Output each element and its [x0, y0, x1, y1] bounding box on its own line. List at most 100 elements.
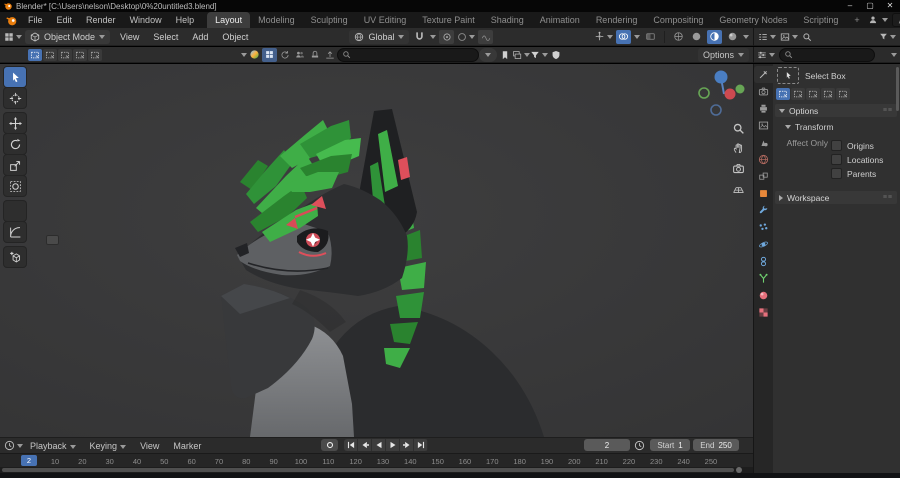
overlay-option-button[interactable]: [262, 47, 277, 62]
properties-tab-data[interactable]: [754, 270, 773, 287]
properties-scrollbar[interactable]: [896, 67, 899, 111]
snap-target-button[interactable]: [439, 29, 455, 44]
overlays-chevron-down-icon[interactable]: [634, 34, 640, 39]
tool-mode-subtract[interactable]: [806, 88, 820, 100]
properties-tab-material[interactable]: [754, 287, 773, 304]
camera-view-icon[interactable]: [732, 162, 745, 175]
options-dropdown[interactable]: Options: [697, 47, 749, 62]
workspace-tab-animation[interactable]: Animation: [532, 12, 588, 28]
jump-start-button[interactable]: [344, 439, 358, 451]
properties-tab-render[interactable]: [754, 83, 773, 100]
tool-cursor[interactable]: [4, 88, 26, 108]
tool-rotate[interactable]: [4, 134, 26, 154]
snap-chevron-down-icon[interactable]: [430, 34, 437, 39]
orientation-dropdown[interactable]: Global: [349, 29, 410, 44]
matcap-sphere-icon[interactable]: [247, 48, 262, 62]
zoom-icon[interactable]: [732, 122, 745, 135]
menu-file[interactable]: File: [21, 12, 50, 28]
workspace-tab-layout[interactable]: Layout: [207, 12, 251, 28]
scene-chevron-down-icon[interactable]: [881, 18, 888, 22]
properties-tab-particles[interactable]: [754, 219, 773, 236]
tool-scale[interactable]: [4, 155, 26, 175]
close-button[interactable]: ✕: [880, 0, 900, 12]
tool-transform[interactable]: [4, 176, 26, 196]
tool-mode-intersect[interactable]: [836, 88, 850, 100]
viewport-menu-view[interactable]: View: [113, 29, 146, 45]
frame-end-field[interactable]: End 250: [693, 439, 739, 451]
play-button[interactable]: [386, 439, 400, 451]
tool-annotate[interactable]: [4, 201, 26, 221]
tool-mode-new[interactable]: [776, 88, 790, 100]
show-gizmo-button[interactable]: [594, 30, 613, 44]
properties-tab-texture[interactable]: [754, 304, 773, 321]
frame-ruler[interactable]: 2 10 20 30 40 50 60 70 80 90 100 110 120 130 140 150 16…: [0, 453, 753, 468]
properties-tab-output[interactable]: [754, 100, 773, 117]
tool-search-input[interactable]: [337, 47, 479, 62]
properties-filter-chevron-icon[interactable]: [891, 52, 897, 57]
jump-end-button[interactable]: [414, 439, 428, 451]
select-mode-subtract[interactable]: [58, 48, 72, 61]
proportional-editing-button[interactable]: [457, 30, 476, 44]
active-tool-row[interactable]: Select Box: [773, 64, 899, 87]
play-reverse-button[interactable]: [372, 439, 386, 451]
timeline-menu-playback[interactable]: Playback: [23, 438, 83, 454]
checkbox-origins[interactable]: [831, 140, 842, 151]
tool-move[interactable]: [4, 113, 26, 133]
record-button[interactable]: [321, 439, 338, 451]
properties-tab-object[interactable]: [754, 185, 773, 202]
proportional-falloff-button[interactable]: [478, 29, 494, 44]
shading-material-button[interactable]: [707, 29, 722, 44]
workspace-panel-header[interactable]: Workspace ≡≡: [775, 191, 897, 204]
transform-subpanel-header[interactable]: Transform: [773, 117, 899, 134]
current-frame-field[interactable]: 2: [584, 439, 630, 451]
properties-tab-constraints[interactable]: [754, 253, 773, 270]
playhead[interactable]: 2: [21, 455, 37, 466]
viewport-menu-select[interactable]: Select: [146, 29, 185, 45]
shading-chevron-down-icon[interactable]: [743, 34, 749, 39]
menu-window[interactable]: Window: [123, 12, 169, 28]
tool-measure[interactable]: [4, 222, 26, 242]
workspace-tab-texture-paint[interactable]: Texture Paint: [414, 12, 483, 28]
select-mode-intersect[interactable]: [88, 48, 102, 61]
properties-tab-scene[interactable]: [754, 134, 773, 151]
shield-icon[interactable]: [548, 48, 563, 62]
outliner-editor-type-button[interactable]: [758, 30, 776, 44]
minimize-button[interactable]: –: [840, 0, 860, 12]
timeline-menu-marker[interactable]: Marker: [166, 438, 208, 454]
menu-edit[interactable]: Edit: [50, 12, 80, 28]
display-mode-button[interactable]: [512, 48, 530, 62]
workspace-tab-sculpting[interactable]: Sculpting: [303, 12, 356, 28]
users-icon[interactable]: [292, 48, 307, 62]
options-panel-header[interactable]: Options ≡≡: [775, 104, 897, 117]
tool-mode-extend[interactable]: [791, 88, 805, 100]
workspace-tab-uv-editing[interactable]: UV Editing: [356, 12, 415, 28]
stamp-icon[interactable]: [307, 48, 322, 62]
export-up-icon[interactable]: [322, 48, 337, 62]
show-overlays-button[interactable]: [616, 29, 631, 44]
frame-start-field[interactable]: Start 1: [650, 439, 690, 451]
menu-help[interactable]: Help: [169, 12, 202, 28]
outliner-filter-button[interactable]: [879, 30, 896, 44]
menu-render[interactable]: Render: [79, 12, 123, 28]
filter-collapse-button[interactable]: [479, 47, 497, 62]
tool-mode-invert[interactable]: [821, 88, 835, 100]
properties-editor-type-button[interactable]: [757, 48, 775, 62]
navigation-gizmo[interactable]: [697, 69, 747, 119]
workspace-tab-geometry-nodes[interactable]: Geometry Nodes: [711, 12, 795, 28]
checkbox-parents[interactable]: [831, 168, 842, 179]
pan-hand-icon[interactable]: [732, 142, 745, 155]
properties-tab-collection[interactable]: [754, 168, 773, 185]
properties-search-input[interactable]: [779, 47, 875, 62]
properties-tab-physics[interactable]: [754, 236, 773, 253]
add-workspace-button[interactable]: +: [846, 12, 867, 28]
filter-funnel-button[interactable]: [530, 48, 548, 62]
refresh-icon[interactable]: [277, 48, 292, 62]
properties-tab-world[interactable]: [754, 151, 773, 168]
shading-rendered-button[interactable]: [725, 30, 740, 44]
outliner-display-mode-button[interactable]: [780, 30, 798, 44]
outliner-search-icon[interactable]: [802, 32, 812, 42]
blender-menu-icon[interactable]: [2, 15, 21, 26]
timeline-menu-view[interactable]: View: [133, 438, 166, 454]
prev-keyframe-button[interactable]: [358, 439, 372, 451]
auto-keying-icon[interactable]: [634, 440, 645, 451]
